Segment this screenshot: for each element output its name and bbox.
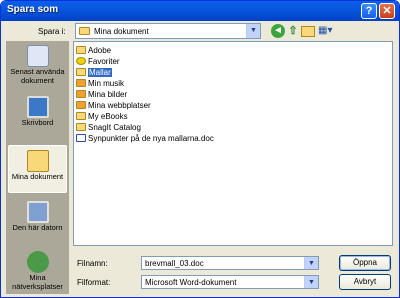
new-folder-icon[interactable]: [301, 26, 315, 37]
folder-icon: [76, 68, 86, 76]
filename-input[interactable]: brevmall_03.doc ▼: [141, 256, 319, 270]
place-label: Den här datorn: [12, 223, 63, 232]
filetype-value: Microsoft Word-dokument: [145, 278, 237, 287]
list-item[interactable]: My eBooks: [76, 111, 128, 122]
save-button[interactable]: Öppna: [339, 255, 391, 271]
save-as-dialog: Spara som ? ✕ Spara i: Mina dokument ▼ ◄…: [0, 0, 400, 298]
place-desktop[interactable]: Skrivbord: [8, 96, 67, 127]
folder-icon: [76, 112, 86, 120]
chevron-down-icon[interactable]: ▼: [246, 24, 260, 38]
title-bar[interactable]: Spara som ? ✕: [1, 1, 399, 21]
close-button[interactable]: ✕: [379, 3, 395, 19]
my-documents-icon: [26, 150, 49, 172]
desktop-icon: [26, 96, 49, 118]
folder-icon: [76, 46, 86, 54]
place-label: Mina dokument: [11, 172, 64, 181]
my-computer-icon: [26, 201, 49, 223]
chevron-down-icon[interactable]: ▼: [304, 257, 318, 269]
window-title: Spara som: [7, 4, 59, 15]
list-item[interactable]: Adobe: [76, 45, 111, 56]
up-folder-icon[interactable]: ⇧: [286, 24, 300, 38]
list-item[interactable]: Mina bilder: [76, 89, 127, 100]
chevron-down-icon[interactable]: ▼: [304, 276, 318, 288]
place-label: Mina nätverksplatser: [12, 273, 63, 291]
place-recent-documents[interactable]: Senast använda dokument: [8, 45, 67, 85]
look-in-dropdown[interactable]: Mina dokument ▼: [75, 23, 261, 39]
filetype-label: Filformat:: [77, 278, 111, 287]
list-item[interactable]: Min musik: [76, 78, 124, 89]
look-in-label: Spara i:: [38, 27, 66, 36]
folder-icon: [79, 27, 90, 35]
filename-label: Filnamn:: [77, 259, 108, 268]
list-item[interactable]: Mallar: [76, 67, 112, 78]
web-folder-icon: [76, 101, 86, 109]
list-item[interactable]: SnagIt Catalog: [76, 122, 141, 133]
folder-icon: [76, 123, 86, 131]
list-item[interactable]: Synpunkter på de nya mallarna.doc: [76, 133, 214, 144]
music-folder-icon: [76, 79, 86, 87]
list-item[interactable]: Mina webbplatser: [76, 100, 151, 111]
place-my-computer[interactable]: Den här datorn: [8, 201, 67, 232]
file-list[interactable]: Adobe Favoriter Mallar Min musik Mina bi…: [73, 41, 393, 246]
place-my-documents[interactable]: Mina dokument: [8, 145, 67, 193]
favorites-icon: [76, 57, 86, 65]
word-document-icon: [76, 134, 86, 142]
help-button[interactable]: ?: [361, 3, 377, 19]
place-label: Skrivbord: [21, 118, 54, 127]
list-item[interactable]: Favoriter: [76, 56, 120, 67]
views-menu-icon[interactable]: ▦▾: [318, 24, 336, 38]
filename-value: brevmall_03.doc: [145, 259, 204, 268]
place-label: Senast använda dokument: [10, 67, 65, 85]
back-icon[interactable]: ◄: [271, 24, 285, 38]
filetype-select[interactable]: Microsoft Word-dokument ▼: [141, 275, 319, 289]
pictures-folder-icon: [76, 90, 86, 98]
places-bar: Senast använda dokument Skrivbord Mina d…: [6, 41, 69, 294]
network-places-icon: [26, 251, 49, 273]
place-network[interactable]: Mina nätverksplatser: [8, 251, 67, 291]
look-in-value: Mina dokument: [94, 27, 149, 36]
cancel-button[interactable]: Avbryt: [339, 274, 391, 290]
recent-documents-icon: [26, 45, 49, 67]
